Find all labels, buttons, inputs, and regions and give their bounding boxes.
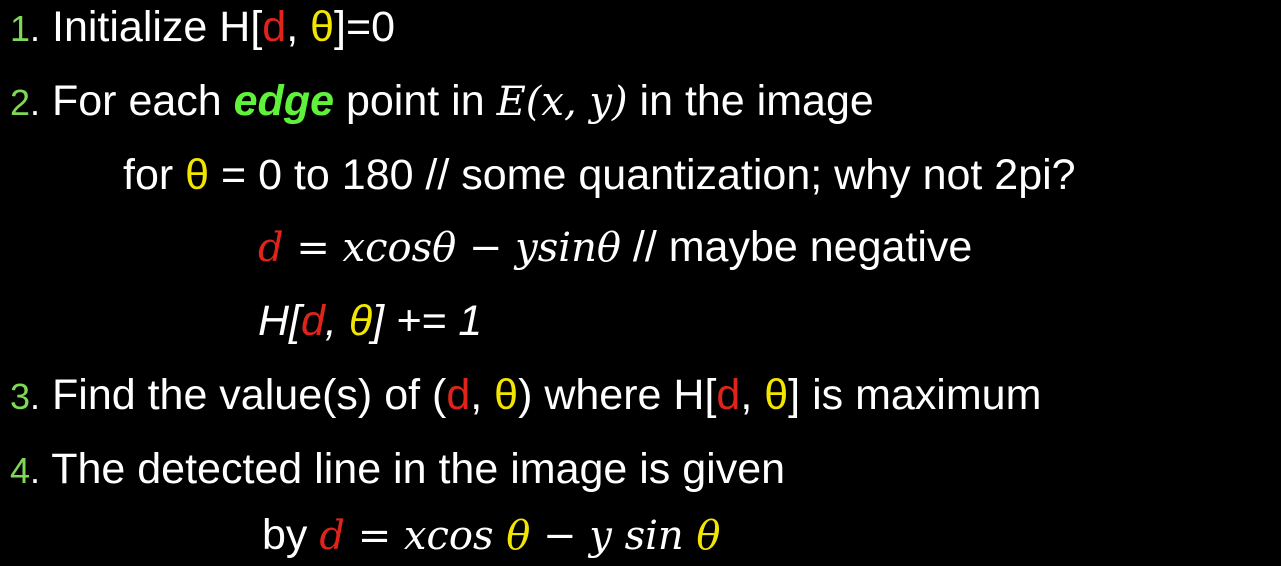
step-text: The detected line in the image is given [40,445,786,493]
equation-prefix: by [262,511,320,559]
separator: , [324,297,349,345]
step-text: Find the value(s) of ( [40,371,447,419]
step-text: in the image [627,77,874,125]
theta-loop: for θ = 0 to 180 // some quantization; w… [123,150,1076,200]
step-number: 1. [10,8,41,49]
d-symbol: d [301,297,325,345]
formula-part: − ysin [456,225,597,271]
step-2-for-each-edge: 2. For each edge point in E(x, y) in the… [10,76,874,128]
theta-symbol: θ [506,513,531,559]
theta-symbol: θ [596,225,621,271]
separator: , [740,371,765,419]
step-4-detected-line: 4. The detected line in the image is giv… [10,444,785,496]
equation-part: = xcos [344,513,507,559]
step-text: For each [40,77,234,125]
step-1-initialize: 1. Initialize H[d, θ]=0 [10,2,395,54]
theta-symbol: θ [696,513,721,559]
step-text: ) where H[ [518,371,717,419]
d-symbol: d [258,225,284,271]
line-equation: by d = xcos θ − y sin θ [262,510,720,561]
step-text: point in [334,77,497,125]
step-3-find-maximum: 3. Find the value(s) of (d, θ) where H[d… [10,370,1041,422]
step-text: Initialize H[ [40,3,263,51]
theta-symbol: θ [432,225,457,271]
step-number: 4. [10,450,41,491]
increment-text: ] += 1 [372,297,483,345]
d-formula: d = xcosθ − ysinθ // maybe negative [258,222,972,273]
step-number: 2. [10,82,41,123]
equation-part: − y sin [530,513,697,559]
step-number: 3. [10,376,41,417]
theta-symbol: θ [494,371,519,419]
theta-symbol: θ [764,371,789,419]
step-text: ] is maximum [788,371,1042,419]
edge-function-math: E(x, y) [496,79,628,125]
separator: , [470,371,495,419]
theta-symbol: θ [348,297,373,345]
loop-text: = 0 to 180 // some quantization; why not… [209,151,1076,199]
increment-text: H[ [258,297,301,345]
d-symbol: d [716,371,741,419]
formula-part: = xcos [283,225,433,271]
loop-text: for [123,151,186,199]
separator: , [286,3,311,51]
d-symbol: d [446,371,471,419]
step-text: ]=0 [334,3,396,51]
formula-comment: // maybe negative [620,223,973,271]
accumulator-increment: H[d, θ] += 1 [258,296,482,346]
theta-symbol: θ [310,3,335,51]
d-symbol: d [319,513,345,559]
d-symbol: d [262,3,287,51]
theta-symbol: θ [185,151,210,199]
edge-highlight: edge [233,77,335,125]
